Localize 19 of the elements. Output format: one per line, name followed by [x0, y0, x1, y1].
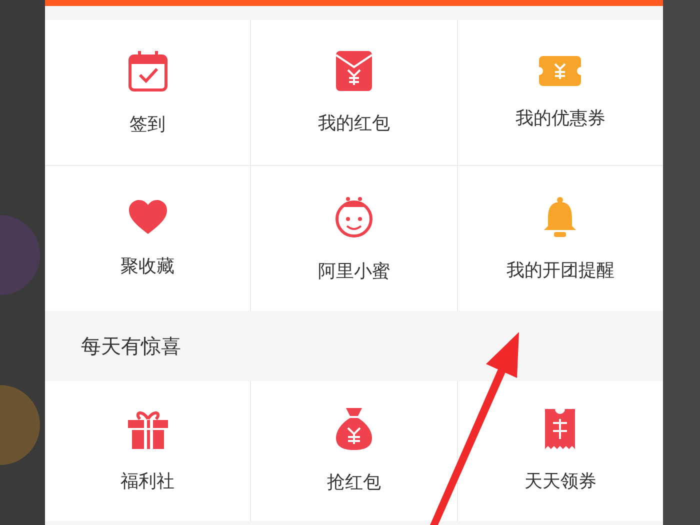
tool-tile[interactable]: 天天领券 [458, 381, 663, 521]
gift-icon [128, 409, 168, 449]
calendar-icon [128, 50, 168, 92]
section-title: 每天有惊喜 [81, 332, 181, 360]
tool-tile[interactable]: 聚收藏 [45, 166, 250, 311]
ticket-icon [539, 56, 582, 86]
tool-tile[interactable]: 我的开团提醒 [458, 166, 663, 311]
tool-tile[interactable]: 抢红包 [251, 381, 457, 521]
mascot-icon [334, 194, 374, 238]
bell-icon [542, 196, 578, 238]
tool-tile[interactable]: 签到 [45, 20, 250, 165]
money-bag-icon [336, 408, 372, 450]
envelope-icon [336, 50, 372, 90]
tool-tile[interactable]: 福利社 [45, 381, 250, 521]
tool-tile[interactable]: 我的优惠券 [458, 20, 663, 165]
heart-icon [128, 200, 167, 234]
coupon-icon [545, 409, 576, 449]
tool-tile[interactable]: 阿里小蜜 [251, 166, 457, 311]
tool-tile[interactable]: 我的红包 [251, 20, 457, 165]
